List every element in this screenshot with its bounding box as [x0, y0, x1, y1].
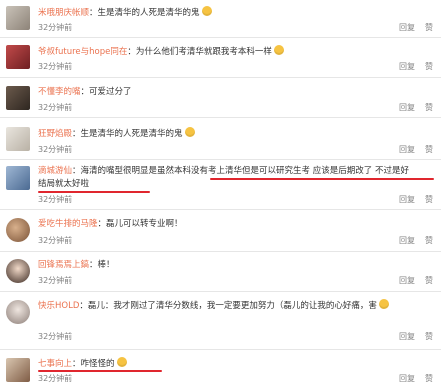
comment-item: 七事向上：咋怪怪的 32分钟前 回复赞	[0, 350, 441, 390]
timestamp: 32分钟前	[38, 23, 73, 32]
comment-item: 狂野焰殿：生是清华的人死是清华的鬼 32分钟前 回复赞	[0, 118, 441, 160]
comment-text: 咋怪怪的	[80, 359, 115, 369]
like-button[interactable]: 赞	[425, 276, 433, 285]
comment-item: 快乐HOLD：磊儿：我才刚过了清华分数线，我一定要更加努力（磊儿的让我的心好痛，…	[0, 292, 441, 350]
username[interactable]: 爱吃牛排的马隆	[38, 219, 98, 229]
comment-text: 生是清华的人死是清华的鬼	[97, 8, 200, 18]
like-button[interactable]: 赞	[425, 236, 433, 245]
reply-button[interactable]: 回复	[399, 145, 415, 154]
highlight-underline	[38, 370, 162, 372]
reply-button[interactable]: 回复	[399, 276, 415, 285]
comment-text: 为什么他们考清华就跟我考本科一样	[135, 47, 272, 57]
timestamp: 32分钟前	[38, 236, 73, 245]
comment-item: 不懂李的嘴：可爱过分了 32分钟前 回复赞	[0, 78, 441, 118]
comment-item: 回锋焉焉上鎬：棒！ 32分钟前 回复赞	[0, 252, 441, 292]
username[interactable]: 米哦朋庆帐顺	[38, 8, 89, 18]
comment-text: 磊儿：我才刚过了清华分数线，我一定要更加努力（磊儿的让我的心好痛，害	[87, 301, 377, 311]
emoji-icon	[378, 299, 389, 309]
timestamp: 32分钟前	[38, 374, 73, 383]
comment-item: 爷叔future与hope同在：为什么他们考清华就跟我考本科一样 32分钟前 回…	[0, 38, 441, 78]
username[interactable]: 狂野焰殿	[38, 129, 72, 139]
avatar[interactable]	[6, 86, 30, 110]
avatar[interactable]	[6, 166, 30, 190]
comment-list: 米哦朋庆帐顺：生是清华的人死是清华的鬼 32分钟前 回复赞 爷叔future与h…	[0, 0, 441, 390]
username[interactable]: 七事向上	[38, 359, 72, 369]
username[interactable]: 滴城游仙	[38, 166, 72, 176]
avatar[interactable]	[6, 259, 30, 283]
username[interactable]: 回锋焉焉上鎬	[38, 260, 89, 270]
reply-button[interactable]: 回复	[399, 103, 415, 112]
comment-text: 磊儿可以转专业啊！	[106, 219, 183, 229]
username[interactable]: 不懂李的嘴	[38, 87, 81, 97]
like-button[interactable]: 赞	[425, 62, 433, 71]
highlight-underline	[210, 178, 434, 180]
reply-button[interactable]: 回复	[399, 236, 415, 245]
reply-button[interactable]: 回复	[399, 23, 415, 32]
comment-text: 棒！	[97, 260, 115, 270]
comment-item: 爱吃牛排的马隆：磊儿可以转专业啊！ 32分钟前 回复赞	[0, 210, 441, 252]
emoji-icon	[184, 127, 195, 137]
avatar[interactable]	[6, 358, 30, 382]
comment-text: 可爱过分了	[89, 87, 132, 97]
reply-button[interactable]: 回复	[399, 195, 415, 204]
emoji-icon	[116, 357, 127, 367]
avatar[interactable]	[6, 127, 30, 151]
avatar[interactable]	[6, 300, 30, 324]
comment-item: 米哦朋庆帐顺：生是清华的人死是清华的鬼 32分钟前 回复赞	[0, 0, 441, 38]
timestamp: 32分钟前	[38, 276, 73, 285]
timestamp: 32分钟前	[38, 195, 73, 204]
like-button[interactable]: 赞	[425, 145, 433, 154]
emoji-icon	[273, 45, 284, 55]
username[interactable]: 爷叔future与hope同在	[38, 47, 127, 57]
avatar[interactable]	[6, 218, 30, 242]
timestamp: 32分钟前	[38, 145, 73, 154]
timestamp: 32分钟前	[38, 103, 73, 112]
avatar[interactable]	[6, 45, 30, 69]
username[interactable]: 快乐HOLD	[38, 301, 79, 311]
timestamp: 32分钟前	[38, 332, 73, 341]
avatar[interactable]	[6, 6, 30, 30]
like-button[interactable]: 赞	[425, 332, 433, 341]
comment-item: 滴城游仙：海清的嘴型很明显是虽然本科没有考上清华但是可以研究生考 应该是后期改了…	[0, 160, 441, 210]
emoji-icon	[201, 6, 212, 16]
comment-text: 生是清华的人死是清华的鬼	[80, 129, 183, 139]
reply-button[interactable]: 回复	[399, 374, 415, 383]
like-button[interactable]: 赞	[425, 195, 433, 204]
highlight-underline	[38, 191, 150, 193]
like-button[interactable]: 赞	[425, 103, 433, 112]
reply-button[interactable]: 回复	[399, 332, 415, 341]
reply-button[interactable]: 回复	[399, 62, 415, 71]
timestamp: 32分钟前	[38, 62, 73, 71]
like-button[interactable]: 赞	[425, 374, 433, 383]
like-button[interactable]: 赞	[425, 23, 433, 32]
